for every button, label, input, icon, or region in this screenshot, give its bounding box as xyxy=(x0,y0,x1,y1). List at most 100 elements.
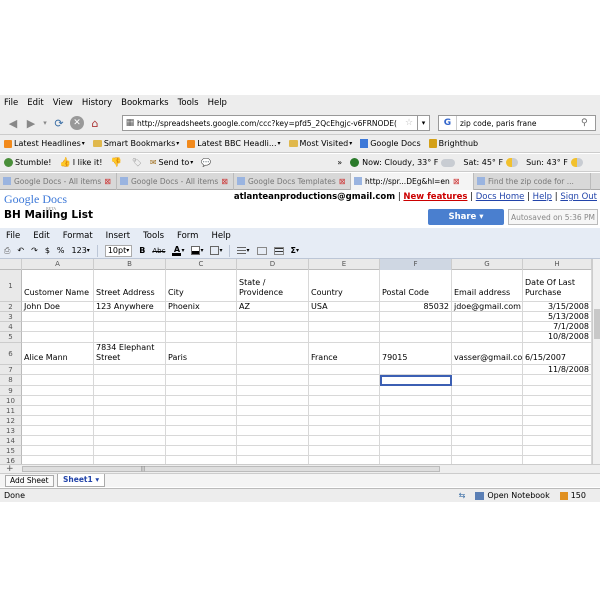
cell-e11[interactable] xyxy=(309,406,380,416)
cell-h2[interactable]: 3/15/2008 xyxy=(523,302,592,312)
cell-b8[interactable] xyxy=(94,375,166,386)
tab-google-docs-2[interactable]: Google Docs - All items ⊠ xyxy=(117,172,234,190)
cell-e10[interactable] xyxy=(309,396,380,406)
cell-b7[interactable] xyxy=(94,365,166,375)
cell-d3[interactable] xyxy=(237,312,309,322)
cell-c7[interactable] xyxy=(166,365,237,375)
cell-f7[interactable] xyxy=(380,365,452,375)
cell-b6[interactable]: 7834 Elephant Street xyxy=(94,343,166,365)
cell-g4[interactable] xyxy=(452,322,523,332)
column-header-c[interactable]: C xyxy=(166,259,237,270)
cell-f1[interactable]: Postal Code xyxy=(380,270,452,302)
cell-h12[interactable] xyxy=(523,416,592,426)
cell-g8[interactable] xyxy=(452,375,523,386)
cell-h5[interactable]: 10/8/2008 xyxy=(523,332,592,343)
cell-e15[interactable] xyxy=(309,446,380,456)
cell-f9[interactable] xyxy=(380,386,452,396)
cell-b15[interactable] xyxy=(94,446,166,456)
tag-button[interactable]: 🏷 xyxy=(132,158,142,167)
cell-c13[interactable] xyxy=(166,426,237,436)
open-notebook-link[interactable]: Open Notebook xyxy=(487,491,549,500)
fill-color-button[interactable]: ▾ xyxy=(191,246,203,255)
cell-d5[interactable] xyxy=(237,332,309,343)
cell-a4[interactable] xyxy=(22,322,94,332)
cell-h4[interactable]: 7/1/2008 xyxy=(523,322,592,332)
cell-e14[interactable] xyxy=(309,436,380,446)
cell-f14[interactable] xyxy=(380,436,452,446)
row-header-8[interactable]: 8 xyxy=(0,375,22,386)
row-header-9[interactable]: 9 xyxy=(0,386,22,396)
cell-f2[interactable]: 85032 xyxy=(380,302,452,312)
cell-d1[interactable]: State / Providence xyxy=(237,270,309,302)
send-to-button[interactable]: ✉ Send to ▾ xyxy=(150,158,193,167)
cell-e13[interactable] xyxy=(309,426,380,436)
cell-h7[interactable]: 11/8/2008 xyxy=(523,365,592,375)
cell-c11[interactable] xyxy=(166,406,237,416)
merge-cells-button[interactable] xyxy=(256,246,267,255)
row-header-5[interactable]: 5 xyxy=(0,332,22,343)
google-docs-logo[interactable]: Google Docs BETA xyxy=(4,192,67,211)
cell-g1[interactable]: Email address xyxy=(452,270,523,302)
cell-e5[interactable] xyxy=(309,332,380,343)
cell-f4[interactable] xyxy=(380,322,452,332)
text-color-button[interactable]: A ▾ xyxy=(172,245,184,256)
cell-g6[interactable]: vasser@gmail.com xyxy=(452,343,523,365)
cell-g3[interactable] xyxy=(452,312,523,322)
stop-icon[interactable]: ✕ xyxy=(70,116,84,130)
bookmark-most-visited[interactable]: Most Visited ▾ xyxy=(288,139,352,148)
cell-g11[interactable] xyxy=(452,406,523,416)
docs-menu-insert[interactable]: Insert xyxy=(106,231,130,241)
weather-sunday[interactable]: Sun: 43° F xyxy=(526,158,583,167)
cell-a2[interactable]: John Doe xyxy=(22,302,94,312)
cell-a1[interactable]: Customer Name xyxy=(22,270,94,302)
select-all-corner[interactable] xyxy=(0,259,22,270)
cell-f8[interactable] xyxy=(380,375,452,386)
row-header-4[interactable]: 4 xyxy=(0,322,22,332)
print-button[interactable]: ⎙ xyxy=(4,246,10,256)
sign-out-link[interactable]: Sign Out xyxy=(560,192,597,202)
bookmark-latest-headlines[interactable]: Latest Headlines ▾ xyxy=(4,139,85,148)
bold-button[interactable]: B xyxy=(139,246,145,255)
row-header-10[interactable]: 10 xyxy=(0,396,22,406)
cell-d16[interactable] xyxy=(237,456,309,464)
spreadsheet-grid[interactable]: ABCDEFGH 1 Customer Name Street Address Cit… xyxy=(0,259,600,464)
cell-f10[interactable] xyxy=(380,396,452,406)
column-header-f[interactable]: F xyxy=(380,259,452,270)
cell-e1[interactable]: Country xyxy=(309,270,380,302)
cell-h15[interactable] xyxy=(523,446,592,456)
menu-history[interactable]: History xyxy=(82,98,112,108)
cell-b9[interactable] xyxy=(94,386,166,396)
cell-b16[interactable] xyxy=(94,456,166,464)
history-dropdown-icon[interactable]: ▾ xyxy=(40,114,50,132)
cell-c5[interactable] xyxy=(166,332,237,343)
close-tab-icon[interactable]: ⊠ xyxy=(339,177,346,186)
docs-menu-file[interactable]: File xyxy=(6,231,20,241)
cell-b14[interactable] xyxy=(94,436,166,446)
horizontal-scrollbar[interactable]: ||| xyxy=(22,466,440,472)
cell-a8[interactable] xyxy=(22,375,94,386)
cell-c14[interactable] xyxy=(166,436,237,446)
row-header-13[interactable]: 13 xyxy=(0,426,22,436)
cell-a12[interactable] xyxy=(22,416,94,426)
cell-d13[interactable] xyxy=(237,426,309,436)
cell-e9[interactable] xyxy=(309,386,380,396)
bookmark-smart-bookmarks[interactable]: Smart Bookmarks ▾ xyxy=(92,139,179,148)
column-header-b[interactable]: B xyxy=(94,259,166,270)
cell-a14[interactable] xyxy=(22,436,94,446)
share-button[interactable]: Share ▾ xyxy=(428,209,504,225)
cell-h8[interactable] xyxy=(523,375,592,386)
cell-c1[interactable]: City xyxy=(166,270,237,302)
cell-g10[interactable] xyxy=(452,396,523,406)
row-header-2[interactable]: 2 xyxy=(0,302,22,312)
cell-h3[interactable]: 5/13/2008 xyxy=(523,312,592,322)
cell-e8[interactable] xyxy=(309,375,380,386)
search-icon[interactable]: ⚲ xyxy=(581,118,595,128)
sync-icon[interactable]: ⇆ xyxy=(459,491,466,500)
menu-edit[interactable]: Edit xyxy=(27,98,43,108)
cell-d9[interactable] xyxy=(237,386,309,396)
close-tab-icon[interactable]: ⊠ xyxy=(453,177,460,186)
row-header-3[interactable]: 3 xyxy=(0,312,22,322)
google-search-engine-icon[interactable]: G xyxy=(439,116,457,130)
column-header-d[interactable]: D xyxy=(237,259,309,270)
vertical-scrollbar[interactable] xyxy=(592,259,600,464)
